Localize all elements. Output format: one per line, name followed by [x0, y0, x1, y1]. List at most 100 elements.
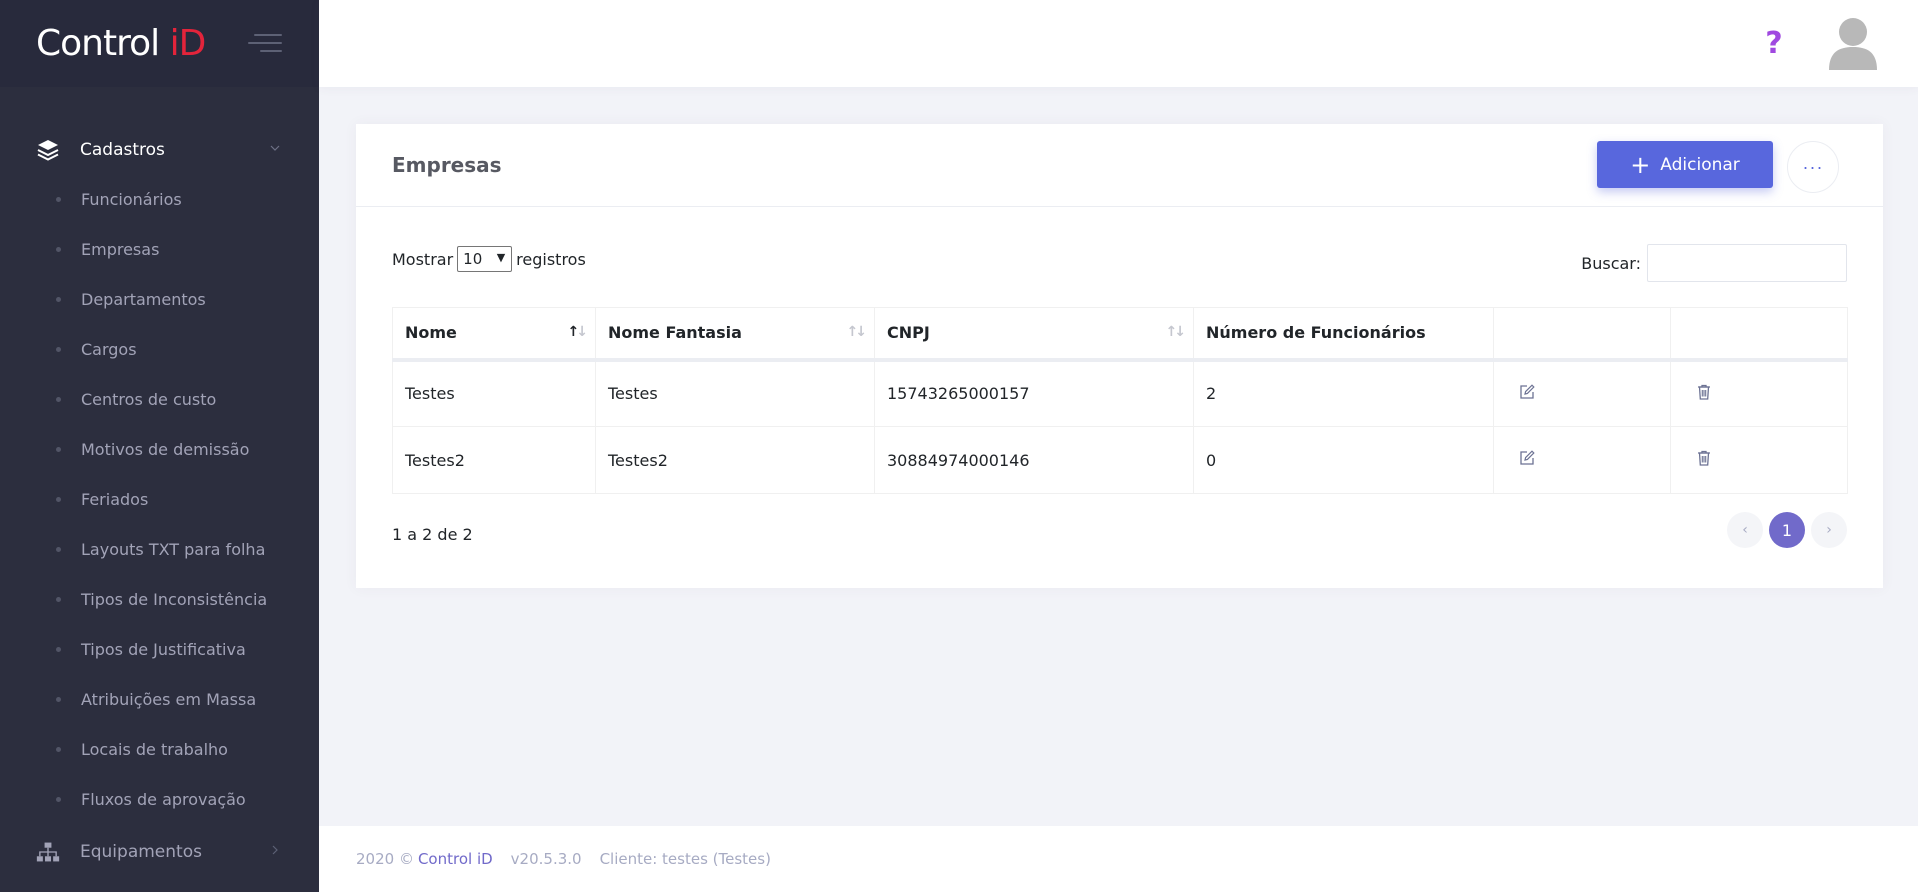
- sidebar-section-label: Cadastros: [80, 140, 165, 160]
- bullet-icon: [56, 496, 61, 502]
- column-header-edit: [1493, 307, 1671, 362]
- cell-numero-funcionarios: 0: [1193, 426, 1494, 494]
- add-button-label: Adicionar: [1660, 154, 1740, 175]
- edit-icon[interactable]: [1518, 383, 1536, 401]
- sidebar-menu: Cadastros Funcionários Empresas Departam…: [0, 126, 319, 876]
- page-title: Empresas: [392, 153, 502, 177]
- bullet-icon: [56, 196, 61, 202]
- bullet-icon: [56, 796, 61, 802]
- page-length-control: Mostrar 10 ▼ registros: [392, 246, 586, 272]
- column-header-nome[interactable]: Nome ↑↓: [392, 307, 596, 362]
- sidebar-item-funcionarios[interactable]: Funcionários: [0, 174, 319, 224]
- brand-name-accent: iD: [169, 23, 207, 64]
- cell-nome-fantasia: Testes: [595, 359, 875, 427]
- prev-page-button[interactable]: ‹: [1727, 512, 1763, 548]
- bullet-icon: [56, 246, 61, 252]
- help-icon[interactable]: ?: [1759, 24, 1789, 64]
- column-header-delete: [1670, 307, 1848, 362]
- sidebar-item-empresas[interactable]: Empresas: [0, 224, 319, 274]
- table-row: Testes2 Testes2 30884974000146 0: [392, 426, 1848, 494]
- cell-nome: Testes2: [392, 426, 596, 494]
- companies-table: Nome ↑↓ Nome Fantasia ↑↓ CNPJ ↑↓ Número de …: [392, 307, 1848, 494]
- cell-numero-funcionarios: 2: [1193, 359, 1494, 427]
- sort-icon: ↑↓: [1165, 324, 1186, 340]
- next-page-button[interactable]: ›: [1811, 512, 1847, 548]
- sidebar-item-label: Empresas: [81, 239, 160, 259]
- sidebar-item-label: Departamentos: [81, 289, 206, 309]
- menu-toggle-icon[interactable]: [248, 32, 282, 54]
- footer-brand-link[interactable]: Control iD: [418, 850, 493, 868]
- dropdown-arrow-icon: ▼: [496, 251, 506, 264]
- sidebar-item-feriados[interactable]: Feriados: [0, 474, 319, 524]
- sidebar-section-equipamentos[interactable]: Equipamentos: [0, 828, 319, 876]
- sidebar-item-label: Tipos de Inconsistência: [81, 589, 268, 609]
- search-label: Buscar:: [1581, 253, 1641, 273]
- bullet-icon: [56, 646, 61, 652]
- sidebar-item-fluxos-de-aprovacao[interactable]: Fluxos de aprovação: [0, 774, 319, 824]
- bullet-icon: [56, 446, 61, 452]
- sidebar-item-label: Locais de trabalho: [81, 739, 228, 759]
- sidebar-item-cargos[interactable]: Cargos: [0, 324, 319, 374]
- column-header-cnpj[interactable]: CNPJ ↑↓: [874, 307, 1194, 362]
- more-options-button[interactable]: ···: [1787, 141, 1839, 193]
- show-prefix: Mostrar: [392, 249, 454, 269]
- column-header-nome-fantasia[interactable]: Nome Fantasia ↑↓: [595, 307, 875, 362]
- cell-edit: [1493, 359, 1671, 427]
- search-input[interactable]: [1647, 244, 1847, 282]
- cell-cnpj: 15743265000157: [874, 359, 1194, 427]
- cell-edit: [1493, 426, 1671, 494]
- footer-client: Cliente: testes (Testes): [599, 850, 771, 868]
- sidebar-item-locais-de-trabalho[interactable]: Locais de trabalho: [0, 724, 319, 774]
- bullet-icon: [56, 596, 61, 602]
- chevron-right-icon: [269, 844, 281, 859]
- page-length-select[interactable]: 10 ▼: [457, 246, 513, 272]
- bullet-icon: [56, 296, 61, 302]
- companies-card: Empresas + Adicionar ··· Mostrar 10 ▼ re…: [356, 124, 1883, 588]
- sort-icon: ↑↓: [846, 324, 867, 340]
- cell-delete: [1670, 359, 1848, 427]
- table-controls: Mostrar 10 ▼ registros Buscar:: [392, 244, 1847, 284]
- cell-nome-fantasia: Testes2: [595, 426, 875, 494]
- sidebar-item-centros-de-custo[interactable]: Centros de custo: [0, 374, 319, 424]
- column-header-label: Nome: [405, 323, 457, 343]
- pagination: ‹ 1 ›: [1727, 512, 1847, 548]
- brand-name: Control: [36, 23, 170, 64]
- chevron-down-icon: [269, 142, 281, 157]
- sidebar-item-tipos-de-inconsistencia[interactable]: Tipos de Inconsistência: [0, 574, 319, 624]
- sidebar-item-label: Layouts TXT para folha: [81, 539, 266, 559]
- sort-icon: ↑↓: [567, 324, 588, 340]
- layers-icon: [36, 138, 60, 162]
- sidebar-item-label: Motivos de demissão: [81, 439, 250, 459]
- sidebar-item-motivos-de-demissao[interactable]: Motivos de demissão: [0, 424, 319, 474]
- sidebar-item-atribuicoes-em-massa[interactable]: Atribuições em Massa: [0, 674, 319, 724]
- search-control: Buscar:: [1581, 244, 1847, 282]
- bullet-icon: [56, 546, 61, 552]
- sidebar-item-label: Tipos de Justificativa: [81, 639, 246, 659]
- column-header-label: Número de Funcionários: [1206, 323, 1426, 343]
- brand-logo[interactable]: Control iD: [36, 23, 207, 64]
- sidebar-item-tipos-de-justificativa[interactable]: Tipos de Justificativa: [0, 624, 319, 674]
- bullet-icon: [56, 346, 61, 352]
- sidebar-item-departamentos[interactable]: Departamentos: [0, 274, 319, 324]
- trash-icon[interactable]: [1695, 449, 1713, 467]
- cell-delete: [1670, 426, 1848, 494]
- column-header-label: Nome Fantasia: [608, 323, 742, 343]
- user-avatar-icon[interactable]: [1825, 14, 1881, 72]
- cell-nome: Testes: [392, 359, 596, 427]
- show-suffix: registros: [516, 249, 586, 269]
- sidebar-section-label: Equipamentos: [80, 842, 202, 862]
- add-button[interactable]: + Adicionar: [1597, 141, 1773, 188]
- brand-header: Control iD: [0, 0, 319, 87]
- sidebar-item-label: Funcionários: [81, 189, 182, 209]
- sidebar-item-layouts-txt[interactable]: Layouts TXT para folha: [0, 524, 319, 574]
- sidebar-section-cadastros[interactable]: Cadastros: [0, 126, 319, 174]
- card-header: Empresas + Adicionar ···: [356, 124, 1883, 207]
- bullet-icon: [56, 746, 61, 752]
- trash-icon[interactable]: [1695, 383, 1713, 401]
- page-button-current[interactable]: 1: [1769, 512, 1805, 548]
- sidebar: Control iD Cadastros Funcionários Empres…: [0, 0, 319, 892]
- cadastros-submenu: Funcionários Empresas Departamentos Carg…: [0, 174, 319, 824]
- footer-version: v20.5.3.0: [510, 850, 582, 868]
- page-footer: 2020 © Control iD v20.5.3.0 Cliente: tes…: [319, 826, 1918, 892]
- edit-icon[interactable]: [1518, 449, 1536, 467]
